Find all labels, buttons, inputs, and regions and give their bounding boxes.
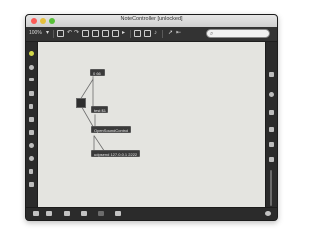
object-box[interactable]: udpsend 127.0.0.1 2222 xyxy=(91,150,140,157)
search-field[interactable]: ⌕ xyxy=(206,29,270,38)
left-sidebar xyxy=(26,42,38,208)
volume-slider-icon[interactable] xyxy=(270,170,272,206)
info-icon[interactable] xyxy=(269,92,274,97)
zoom-level[interactable]: 100% xyxy=(29,30,42,36)
chat-icon[interactable] xyxy=(269,110,274,115)
message-box[interactable]: test $1 xyxy=(91,106,108,113)
lock-icon[interactable] xyxy=(33,211,39,216)
comment-button[interactable] xyxy=(102,30,109,37)
wrench-icon[interactable] xyxy=(115,211,121,216)
link-icon[interactable] xyxy=(29,130,34,135)
audio-icon[interactable]: ♪ xyxy=(154,29,157,37)
comment-icon[interactable] xyxy=(29,65,34,70)
bracket-icon[interactable] xyxy=(29,104,33,109)
toggle-icon[interactable] xyxy=(29,51,34,56)
right-sidebar xyxy=(265,42,277,208)
music-icon[interactable] xyxy=(29,91,34,96)
bpatcher-button[interactable] xyxy=(134,30,141,37)
toolbar-divider xyxy=(130,30,131,38)
gear-icon[interactable] xyxy=(29,143,34,148)
toggle-button[interactable] xyxy=(112,30,119,37)
message-box[interactable]: 0 66 xyxy=(90,69,105,76)
object-box-label: OpenSoundControl xyxy=(94,128,129,133)
redo-icon[interactable]: ↷ xyxy=(74,29,79,37)
toolbar: 100% ▾ ↶ ↷ ▸ ♪ ➚ ⇤ ⌕ xyxy=(26,27,277,42)
toolbar-divider xyxy=(162,30,163,38)
presentation-icon[interactable] xyxy=(46,211,52,216)
undo-icon[interactable]: ↶ xyxy=(67,29,72,37)
message-box-label: 0 66 xyxy=(93,71,101,76)
patch-cords xyxy=(80,76,105,151)
play-icon[interactable]: ▸ xyxy=(122,29,125,37)
search-icon: ⌕ xyxy=(210,31,214,37)
back-arrow-icon[interactable]: ⇤ xyxy=(176,29,181,37)
settings-icon[interactable] xyxy=(265,211,271,216)
window-title: NoteController [unlocked] xyxy=(120,16,183,22)
object-box-label: udpsend 127.0.0.1 2222 xyxy=(94,152,138,157)
chat-icon[interactable] xyxy=(81,211,87,216)
patch-cord[interactable] xyxy=(93,135,105,151)
image-icon[interactable] xyxy=(29,117,34,122)
mic-icon[interactable] xyxy=(29,169,33,174)
patcher-window: NoteController [unlocked] 100% ▾ ↶ ↷ ▸ ♪… xyxy=(25,14,278,221)
star-icon[interactable] xyxy=(29,182,34,187)
clipboard-icon[interactable] xyxy=(269,142,274,147)
inspector-icon[interactable] xyxy=(269,127,274,132)
new-object-button[interactable] xyxy=(57,30,64,37)
object-box[interactable]: OpenSoundControl xyxy=(91,126,131,133)
chevron-down-icon[interactable]: ▾ xyxy=(46,29,49,37)
send-icon[interactable]: ➚ xyxy=(168,29,173,37)
bottom-toolbar xyxy=(26,207,277,220)
toolbar-divider xyxy=(53,30,54,38)
grid-icon[interactable] xyxy=(64,211,70,216)
info-icon[interactable] xyxy=(29,156,34,161)
message-box-label: test $1 xyxy=(94,108,107,113)
number-box-button[interactable] xyxy=(92,30,99,37)
message-box-button[interactable] xyxy=(82,30,89,37)
frame-icon[interactable] xyxy=(269,157,274,162)
grid-icon[interactable] xyxy=(269,72,274,77)
patch-canvas[interactable]: 0 66 test $1 OpenSoundControl udpsend 12… xyxy=(38,42,265,208)
bang-button[interactable] xyxy=(76,98,86,108)
dial-button[interactable] xyxy=(144,30,151,37)
mute-icon[interactable] xyxy=(98,211,104,216)
patch-cord[interactable] xyxy=(80,79,94,99)
list-icon[interactable] xyxy=(29,78,34,81)
